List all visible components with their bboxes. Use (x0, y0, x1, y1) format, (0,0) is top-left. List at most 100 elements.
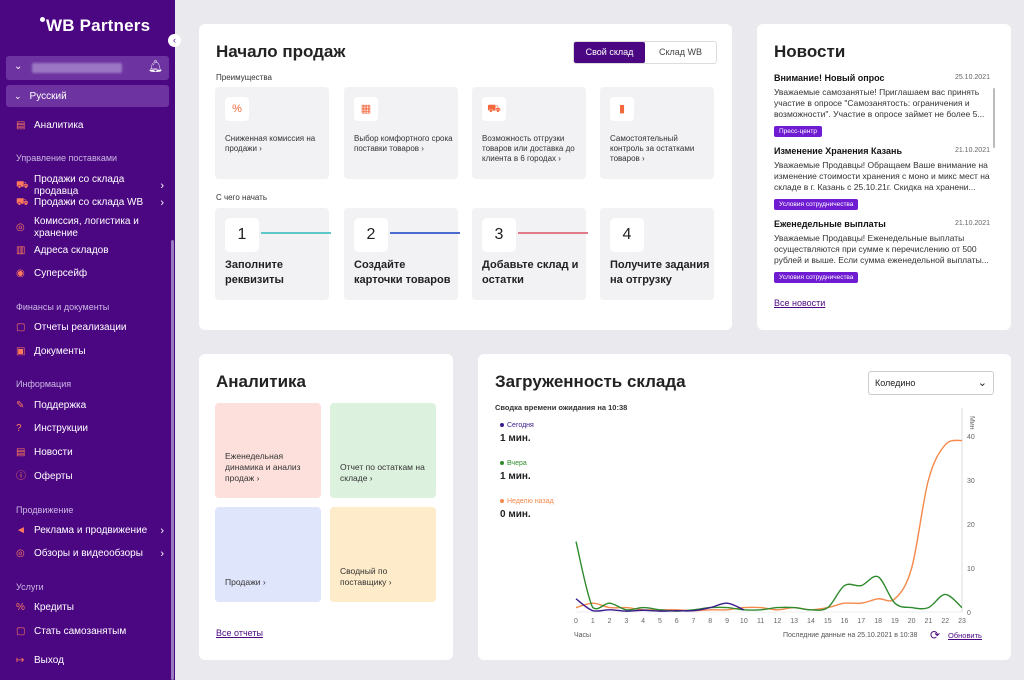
x-tick-label: 7 (692, 618, 696, 625)
all-news-link[interactable]: Все новости (774, 298, 825, 308)
news-badge[interactable]: Условия сотрудничества (774, 199, 859, 210)
user-name-blurred (32, 63, 122, 73)
sidebar-item-supersafe[interactable]: ◉ Суперсейф (16, 268, 168, 280)
sidebar: WB Partners ⌄ 🔔︎ ⌄ Русский ▤ Аналитика Упр… (0, 0, 175, 680)
sidebar-section-supply: Управление поставками (16, 153, 118, 163)
news-title: Новости (774, 42, 846, 61)
chevron-down-icon: ⌄ (14, 91, 22, 101)
sidebar-section-promo: Продвижение (16, 505, 74, 515)
logout-icon: ↦ (16, 655, 25, 666)
news-item-date: 21.10.2021 (954, 220, 990, 227)
advantage-text: Самостоятельный контроль за остатками то… (610, 134, 695, 163)
news-badge[interactable]: Условия сотрудничества (774, 272, 859, 283)
sidebar-item-instructions[interactable]: ? Инструкции (16, 423, 168, 435)
safe-icon: ◉ (16, 268, 25, 279)
refresh-icon[interactable]: ⟳ (930, 628, 940, 642)
sidebar-item-sales-seller[interactable]: ⛟ Продажи со склада продавца › (16, 174, 168, 198)
news-item-date: 25.10.2021 (954, 74, 990, 81)
advantage-text: Сниженная комиссия на продажи › (225, 134, 316, 153)
briefcase-icon: ▣ (16, 346, 26, 357)
chevron-right-icon: › (160, 548, 164, 560)
step-card[interactable]: 1 Заполните реквизиты (215, 208, 329, 300)
sidebar-item-reports[interactable]: ▢ Отчеты реализации (16, 322, 168, 334)
x-tick-label: 11 (757, 618, 764, 625)
sidebar-item-analytics[interactable]: ▤ Аналитика (16, 120, 168, 132)
logo[interactable]: WB Partners (40, 16, 150, 36)
analytics-tile-sales[interactable]: Продажи › (215, 507, 321, 602)
news-scrollbar[interactable] (993, 88, 995, 148)
steps-label: С чего начать (216, 193, 267, 202)
logo-dot-icon (40, 17, 45, 22)
all-reports-link[interactable]: Все отчеты (216, 628, 263, 638)
sidebar-item-support[interactable]: ✎ Поддержка (16, 400, 168, 412)
x-tick-label: 19 (891, 618, 899, 625)
sidebar-item-reviews[interactable]: ◎ Обзоры и видеообзоры › (16, 548, 168, 560)
news-item[interactable]: Внимание! Новый опрос 25.10.2021 Уважаем… (774, 73, 990, 138)
y-tick-label: 0 (967, 610, 971, 617)
news-item[interactable]: Еженедельные выплаты 21.10.2021 Уважаемы… (774, 219, 990, 284)
sidebar-item-credits[interactable]: % Кредиты (16, 602, 168, 614)
refresh-link[interactable]: Обновить (948, 631, 982, 640)
sidebar-item-sales-wb[interactable]: ⛟ Продажи со склада WB › (16, 197, 168, 209)
sidebar-item-documents[interactable]: ▣ Документы (16, 346, 168, 358)
advantage-text: Выбор комфортного срока поставки товаров… (354, 134, 453, 153)
x-tick-label: 18 (874, 618, 882, 625)
coins-icon: ◎ (16, 222, 25, 233)
warehouse-toggle: Свой склад Склад WB (573, 41, 717, 64)
news-badge[interactable]: Пресс-центр (774, 126, 823, 137)
analytics-tile-supplier[interactable]: Сводный по поставщику › (330, 507, 436, 602)
last-data-text: Последние данные на 25.10.2021 в 10:38 (783, 632, 918, 639)
advantage-tile[interactable]: ⛟ Возможность отгрузки товаров или доста… (472, 87, 586, 179)
x-tick-label: 15 (824, 618, 832, 625)
toggle-wb-warehouse[interactable]: Склад WB (645, 42, 716, 63)
advantage-text: Возможность отгрузки товаров или доставк… (482, 134, 575, 163)
step-text: Получите задания на отгрузку (610, 259, 710, 286)
bell-icon[interactable]: 🔔︎ (148, 59, 163, 73)
step-connector (261, 232, 331, 234)
advantage-tile[interactable]: ▮ Самостоятельный контроль за остатками … (600, 87, 714, 179)
step-number: 4 (610, 218, 644, 252)
series-line (575, 439, 963, 612)
sidebar-scrollbar[interactable] (171, 240, 174, 680)
percent-icon: % (225, 97, 249, 121)
x-tick-label: 16 (841, 618, 849, 625)
step-text: Создайте карточки товаров (354, 259, 451, 286)
x-tick-label: 6 (675, 618, 679, 625)
news-item[interactable]: Изменение Хранения Казань 21.10.2021 Ува… (774, 146, 990, 211)
language-selector[interactable]: ⌄ Русский (6, 85, 169, 107)
sidebar-item-offers[interactable]: ⓘ Оферты (16, 471, 168, 483)
sidebar-item-commission[interactable]: ◎ Комиссия, логистика и хранение (16, 216, 168, 240)
collapse-sidebar-icon[interactable]: ‹ (168, 34, 181, 47)
sidebar-item-selfemployed[interactable]: ▢ Стать самозанятым (16, 626, 168, 638)
step-card[interactable]: 4 Получите задания на отгрузку (600, 208, 714, 300)
sidebar-item-warehouses[interactable]: ▥ Адреса складов (16, 245, 168, 257)
sidebar-item-ads[interactable]: ◄ Реклама и продвижение › (16, 525, 168, 537)
sidebar-item-logout[interactable]: ↦ Выход (16, 655, 168, 667)
x-tick-label: 13 (790, 618, 798, 625)
analytics-tile-weekly[interactable]: Еженедельная динамика и анализ продаж › (215, 403, 321, 498)
y-tick-label: 40 (967, 434, 975, 441)
step-card[interactable]: 3 Добавьте склад и остатки (472, 208, 586, 300)
chart-icon: ▤ (16, 120, 26, 131)
chevron-right-icon: › (160, 525, 164, 537)
user-selector[interactable]: ⌄ 🔔︎ (6, 56, 169, 80)
step-connector (518, 232, 588, 234)
step-card[interactable]: 2 Создайте карточки товаров (344, 208, 458, 300)
news-card: Новости Внимание! Новый опрос 25.10.2021… (757, 24, 1011, 330)
advantage-tile[interactable]: % Сниженная комиссия на продажи › (215, 87, 329, 179)
x-tick-label: 1 (591, 618, 595, 625)
truck-icon: ⛟ (16, 197, 29, 208)
bar-chart-icon: ▮ (610, 97, 634, 121)
megaphone-icon: ◄ (16, 525, 26, 536)
chevron-right-icon: › (160, 180, 164, 192)
analytics-tile-stock[interactable]: Отчет по остаткам на складе › (330, 403, 436, 498)
x-tick-label: 2 (608, 618, 612, 625)
sidebar-item-news[interactable]: ▤ Новости (16, 447, 168, 459)
y-tick-label: 20 (967, 522, 975, 529)
advantage-tile[interactable]: ▦ Выбор комфортного срока поставки товар… (344, 87, 458, 179)
video-icon: ◎ (16, 548, 25, 559)
toggle-own-warehouse[interactable]: Свой склад (574, 42, 645, 63)
x-tick-label: 12 (773, 618, 781, 625)
newspaper-icon: ▤ (16, 447, 26, 458)
map-icon: ▥ (16, 245, 26, 256)
